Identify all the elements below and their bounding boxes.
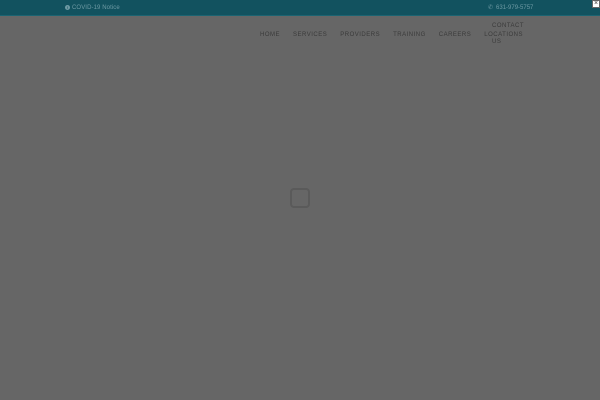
nav-item-careers[interactable]: CAREERS [439,32,472,38]
phone-link[interactable]: ✆ 631-979-5757 [488,2,533,13]
nav-item-home[interactable]: HOME [260,32,280,38]
nav-item-contact-us[interactable]: CONTACT US [492,18,532,50]
nav-item-services[interactable]: SERVICES [293,32,327,38]
phone-icon: ✆ [488,5,494,11]
loading-spinner [290,188,310,208]
covid-notice-label: COVID-19 Notice [72,4,120,11]
info-circle-icon: ! [65,5,70,10]
covid-notice-link[interactable]: ! COVID-19 Notice [65,2,120,13]
close-icon[interactable]: × [592,0,600,8]
phone-number: 631-979-5757 [496,4,534,11]
nav-item-training[interactable]: TRAINING [393,32,426,38]
nav-contact-line1: CONTACT [492,23,525,29]
top-bar: ! COVID-19 Notice ✆ 631-979-5757 [0,0,600,16]
nav-contact-line2: US [492,39,502,45]
nav-item-providers[interactable]: PROVIDERS [340,32,380,38]
page: ! COVID-19 Notice ✆ 631-979-5757 HOME SE… [0,0,600,400]
